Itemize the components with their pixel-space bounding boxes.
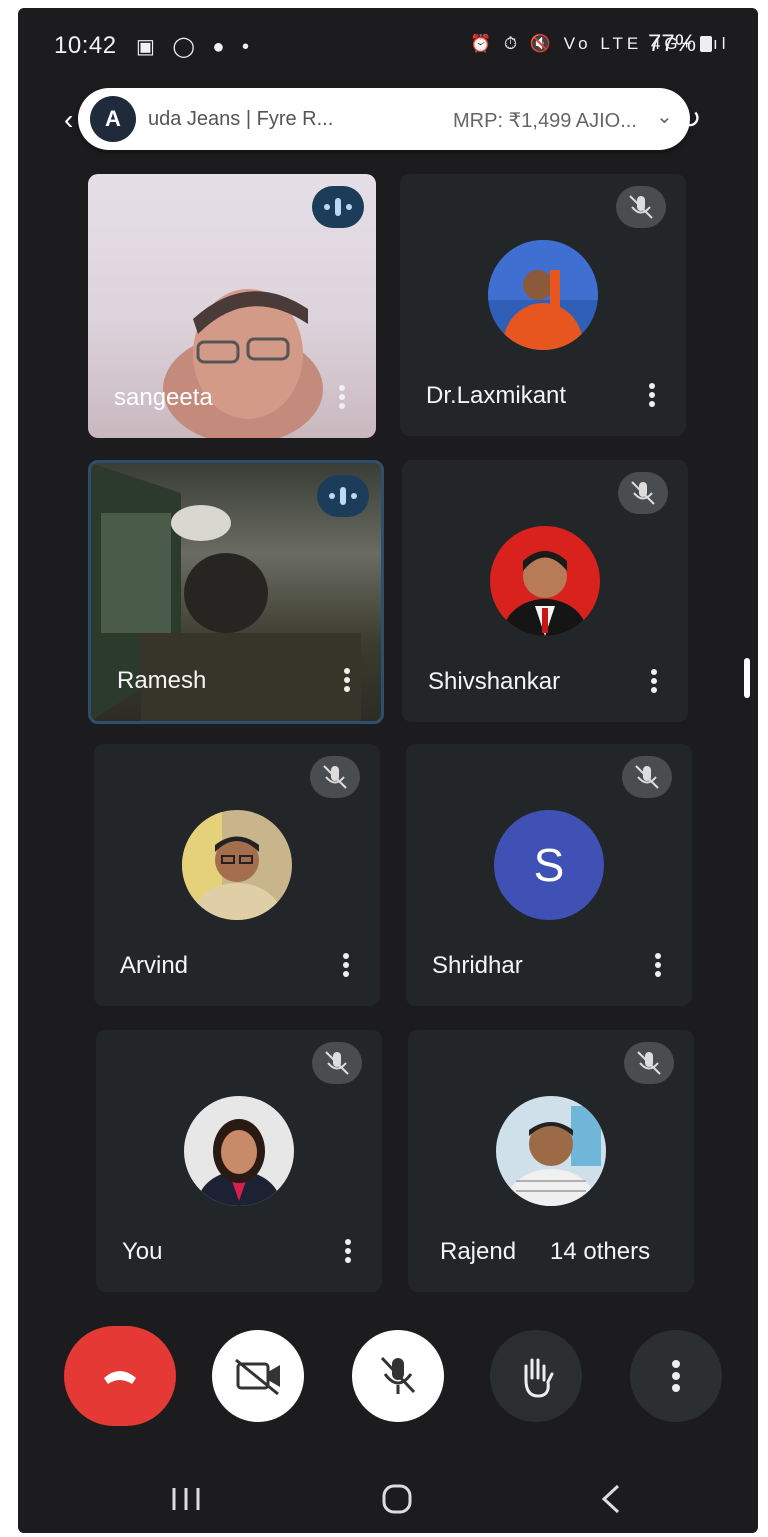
more-vert-icon[interactable]	[648, 380, 656, 410]
more-vert-icon[interactable]	[342, 950, 350, 980]
more-vert-icon[interactable]	[344, 1236, 352, 1266]
scrollbar[interactable]	[744, 658, 750, 698]
notification-icons: ▣ ◯ ● •	[136, 36, 256, 58]
participant-tile-shivshankar[interactable]: Shivshankar	[402, 460, 688, 722]
mic-off-icon	[616, 186, 666, 228]
speaking-indicator-icon	[317, 475, 369, 517]
mic-off-icon	[622, 756, 672, 798]
browser-pip-bar[interactable]: ‹ A uda Jeans | Fyre R... MRP: ₹1,499 AJ…	[64, 88, 701, 150]
participant-avatar	[182, 810, 292, 920]
participant-avatar	[490, 526, 600, 636]
participant-tile-dr-laxmikant[interactable]: Dr.Laxmikant	[400, 174, 686, 436]
more-vert-icon[interactable]	[650, 666, 658, 696]
more-vert-icon	[672, 1360, 680, 1392]
participant-tile-shridhar[interactable]: S Shridhar	[406, 744, 692, 1006]
mic-off-icon	[624, 1042, 674, 1084]
recents-icon[interactable]	[172, 1488, 200, 1510]
mic-off-icon	[310, 756, 360, 798]
mic-off-icon	[312, 1042, 362, 1084]
camera-toggle-button[interactable]	[212, 1330, 304, 1422]
more-vert-icon[interactable]	[338, 382, 346, 412]
participant-initial-avatar: S	[494, 810, 604, 920]
back-arrow-icon[interactable]: ‹	[64, 104, 73, 136]
participant-name: Dr.Laxmikant	[426, 382, 567, 409]
system-nav-bar	[18, 1470, 758, 1530]
back-icon[interactable]	[601, 1484, 620, 1514]
participant-tile-ramesh[interactable]: Ramesh	[88, 460, 384, 724]
page-price: MRP: ₹1,499 AJIO...	[453, 110, 637, 132]
participant-name: You	[122, 1238, 163, 1265]
raise-hand-icon	[524, 1358, 554, 1398]
others-count[interactable]: 14 others	[550, 1238, 650, 1266]
status-bar: 10:42 ▣ ◯ ● • ⏰ ⏱ 🔇 Vo LTE 4G+ .ıl 77%	[18, 8, 758, 80]
more-vert-icon[interactable]	[343, 665, 351, 695]
page-title: uda Jeans | Fyre R...	[148, 108, 334, 130]
mic-toggle-button[interactable]	[352, 1330, 444, 1422]
participant-name: Rajend	[440, 1238, 517, 1265]
participant-name: Ramesh	[117, 667, 207, 694]
ajio-logo-icon: A	[90, 96, 136, 142]
participant-tile-you[interactable]: You	[96, 1030, 382, 1292]
home-icon[interactable]	[382, 1484, 412, 1514]
call-controls	[18, 1326, 758, 1426]
participant-name: Shivshankar	[428, 668, 561, 695]
raise-hand-button[interactable]	[490, 1330, 582, 1422]
mic-off-icon	[618, 472, 668, 514]
participant-tile-sangeeta[interactable]: sangeeta	[88, 174, 376, 438]
participant-tile-rajend[interactable]: Rajend 14 others	[408, 1030, 694, 1292]
speaking-indicator-icon	[312, 186, 364, 228]
battery-icon	[700, 36, 713, 52]
participant-avatar	[184, 1096, 294, 1206]
end-call-button[interactable]	[64, 1326, 176, 1426]
meet-screen: 10:42 ▣ ◯ ● • ⏰ ⏱ 🔇 Vo LTE 4G+ .ıl 77% ‹…	[18, 8, 758, 1533]
participant-name: Arvind	[120, 952, 189, 979]
participant-avatar	[496, 1096, 606, 1206]
end-call-icon	[104, 1371, 136, 1384]
battery-level: 77%	[648, 30, 697, 57]
participant-name: Shridhar	[432, 952, 523, 979]
refresh-icon[interactable]: ↻	[678, 102, 701, 135]
mic-off-icon	[380, 1356, 416, 1394]
more-vert-icon[interactable]	[654, 950, 662, 980]
participant-name: sangeeta	[114, 384, 213, 411]
camera-off-icon	[235, 1358, 280, 1396]
status-time: 10:42	[54, 32, 117, 59]
chevron-down-icon[interactable]: ⌄	[656, 104, 673, 129]
battery-indicator: 77%	[648, 30, 713, 58]
participant-avatar	[488, 240, 598, 350]
more-options-button[interactable]	[630, 1330, 722, 1422]
participant-tile-arvind[interactable]: Arvind	[94, 744, 380, 1006]
